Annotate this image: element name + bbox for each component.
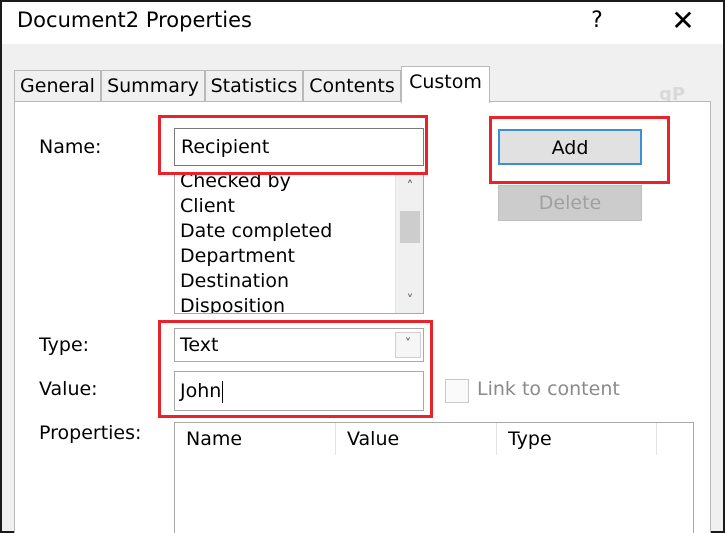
link-to-content-checkbox[interactable]: [445, 379, 469, 403]
name-suggestions-list[interactable]: Checked by Client Date completed Departm…: [174, 174, 424, 314]
properties-table[interactable]: Name Value Type: [174, 422, 694, 533]
list-item[interactable]: Disposition: [180, 294, 332, 313]
list-item[interactable]: Date completed: [180, 219, 332, 244]
type-selected-value: Text: [180, 334, 219, 356]
tab-summary[interactable]: Summary: [101, 70, 205, 102]
type-label: Type:: [39, 334, 90, 356]
list-item[interactable]: Client: [180, 194, 332, 219]
scroll-up-icon[interactable]: ˄: [396, 175, 423, 199]
name-input[interactable]: Recipient: [174, 128, 424, 166]
delete-button[interactable]: Delete: [498, 185, 642, 221]
text-caret: [222, 380, 224, 403]
column-header-type[interactable]: Type: [497, 423, 657, 455]
scroll-thumb[interactable]: [400, 211, 420, 243]
tab-statistics[interactable]: Statistics: [205, 70, 303, 102]
column-header-name[interactable]: Name: [175, 423, 336, 455]
value-label: Value:: [39, 378, 98, 400]
title-bar: Document2 Properties ? ✕: [2, 2, 723, 44]
custom-tab-panel: Name: Recipient Checked by Client Date c…: [14, 101, 711, 533]
list-item[interactable]: Destination: [180, 269, 332, 294]
column-header-value[interactable]: Value: [336, 423, 497, 455]
value-text: John: [180, 380, 222, 402]
list-item[interactable]: Department: [180, 244, 332, 269]
value-input[interactable]: John: [174, 371, 424, 411]
name-label: Name:: [39, 136, 102, 158]
properties-dialog: Document2 Properties ? ✕ gP General Summ…: [0, 0, 725, 533]
list-item[interactable]: Checked by: [180, 175, 332, 194]
add-button[interactable]: Add: [498, 129, 642, 165]
properties-label: Properties:: [39, 422, 142, 444]
tab-general[interactable]: General: [14, 70, 101, 102]
window-title: Document2 Properties: [17, 8, 252, 32]
tab-custom[interactable]: Custom: [401, 66, 490, 103]
tab-contents[interactable]: Contents: [303, 70, 401, 102]
dialog-body: gP General Summary Statistics Contents C…: [2, 44, 723, 533]
link-to-content-label: Link to content: [477, 378, 620, 400]
close-button[interactable]: ✕: [666, 6, 700, 36]
chevron-down-icon[interactable]: ˅: [395, 332, 421, 358]
help-button[interactable]: ?: [582, 6, 612, 36]
scroll-down-icon[interactable]: ˅: [396, 289, 423, 313]
type-select[interactable]: Text ˅: [174, 328, 424, 362]
list-scrollbar[interactable]: ˄ ˅: [395, 175, 423, 313]
